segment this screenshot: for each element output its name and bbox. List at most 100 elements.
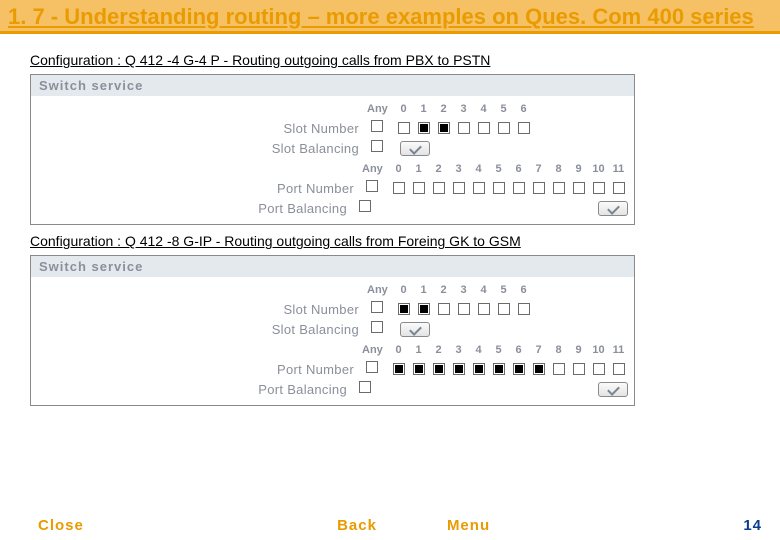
p2-slot-6-cb[interactable] [518,303,530,315]
p1-port-5-cb[interactable] [493,182,505,194]
p1-port-10-cb[interactable] [593,182,605,194]
p2-phdr-4: 4 [469,344,488,356]
p2-slot-0-cb[interactable] [398,303,410,315]
p1-slot-balancing-button[interactable] [400,141,430,156]
panel2-header: Switch service [31,256,634,277]
p1-port-9-cb[interactable] [573,182,585,194]
page-number: 14 [743,517,762,534]
p1-slot-4-cb[interactable] [478,122,490,134]
p2-phdr-9: 9 [569,344,588,356]
panel1: Switch service Any 0 1 2 3 4 5 6 Slot Nu… [30,74,635,225]
p2-hdr-1: 1 [414,284,433,296]
p2-port-4-cb[interactable] [473,363,485,375]
p1-slotbal-any-cb[interactable] [371,140,383,152]
p1-slot-6-cb[interactable] [518,122,530,134]
panel1-port-balancing-row: Port Balancing [37,198,628,218]
phdr-10: 10 [589,163,608,175]
p2-phdr-0: 0 [389,344,408,356]
p2-port-balancing-label: Port Balancing [37,382,355,397]
p1-port-0-cb[interactable] [393,182,405,194]
panel2-slots-header-row: Any 0 1 2 3 4 5 6 [37,281,628,299]
panel1-port-balancing-cells [355,199,628,217]
p2-port-5-cb[interactable] [493,363,505,375]
p2-slot-any-cb[interactable] [371,301,383,313]
p2-slot-1-cb[interactable] [418,303,430,315]
p2-port-1-cb[interactable] [413,363,425,375]
p1-slot-1-cb[interactable] [418,122,430,134]
p2-slot-4-cb[interactable] [478,303,490,315]
p2-port-2-cb[interactable] [433,363,445,375]
p1-port-8-cb[interactable] [553,182,565,194]
panel2-body: Any 0 1 2 3 4 5 6 Slot Number [31,277,634,405]
p1-port-2-cb[interactable] [433,182,445,194]
menu-button[interactable]: Menu [447,517,490,534]
p1-port-1-cb[interactable] [413,182,425,194]
footer-bar: Close Back Menu 14 [0,511,780,540]
panel2-slot-balancing-row: Slot Balancing [37,319,628,339]
p2-slot-balancing-button[interactable] [400,322,430,337]
p1-portbal-any-cb[interactable] [359,200,371,212]
hdr-1: 1 [414,103,433,115]
p2-phdr-10: 10 [589,344,608,356]
p2-port-10-cb[interactable] [593,363,605,375]
close-button[interactable]: Close [38,517,84,534]
p1-port-any-cb[interactable] [366,180,378,192]
panel2: Switch service Any 0 1 2 3 4 5 6 Slot Nu… [30,255,635,406]
phdr-9: 9 [569,163,588,175]
panel1-slot-balancing-label: Slot Balancing [37,141,367,156]
p2-phdr-2: 2 [429,344,448,356]
p2-port-0-cb[interactable] [393,363,405,375]
p2-slot-balancing-label: Slot Balancing [37,322,367,337]
p2-port-any-cb[interactable] [366,361,378,373]
panel1-slots-header-row: Any 0 1 2 3 4 5 6 [37,100,628,118]
p2-port-9-cb[interactable] [573,363,585,375]
panel1-body: Any 0 1 2 3 4 5 6 Slot Number [31,96,634,224]
p2-slot-3-cb[interactable] [458,303,470,315]
p1-slot-5-cb[interactable] [498,122,510,134]
p2-slot-2-cb[interactable] [438,303,450,315]
panel2-port-balancing-row: Port Balancing [37,379,628,399]
slide-title-bar: 1. 7 - Understanding routing – more exam… [0,0,780,34]
p2-slotbal-any-cb[interactable] [371,321,383,333]
hdr-4: 4 [474,103,493,115]
p2-portbal-any-cb[interactable] [359,381,371,393]
panel1-port-number-cells [362,179,628,197]
p1-port-balancing-button[interactable] [598,201,628,216]
panel1-slot-number-cells [367,119,533,137]
p1-slot-any-cb[interactable] [371,120,383,132]
p1-port-7-cb[interactable] [533,182,545,194]
panel1-port-balancing-label: Port Balancing [37,201,355,216]
p1-port-4-cb[interactable] [473,182,485,194]
p2-slot-5-cb[interactable] [498,303,510,315]
back-button[interactable]: Back [337,517,377,534]
panel1-slot-number-label: Slot Number [37,121,367,136]
p1-slot-2-cb[interactable] [438,122,450,134]
p1-port-6-cb[interactable] [513,182,525,194]
p2-slot-number-label: Slot Number [37,302,367,317]
p2-port-6-cb[interactable] [513,363,525,375]
p2-phdr-11: 11 [609,344,628,356]
p1-slot-3-cb[interactable] [458,122,470,134]
phdr-11: 11 [609,163,628,175]
p2-phdr-6: 6 [509,344,528,356]
p2-port-number-label: Port Number [37,362,362,377]
p2-hdr-6: 6 [514,284,533,296]
p2-phdr-1: 1 [409,344,428,356]
hdr-3: 3 [454,103,473,115]
panel2-slot-number-row: Slot Number [37,299,628,319]
phdr-8: 8 [549,163,568,175]
p2-hdr-any: Any [367,284,393,296]
p2-port-balancing-button[interactable] [598,382,628,397]
p1-slot-0-cb[interactable] [398,122,410,134]
p2-port-3-cb[interactable] [453,363,465,375]
p1-port-11-cb[interactable] [613,182,625,194]
p2-phdr-3: 3 [449,344,468,356]
p2-port-11-cb[interactable] [613,363,625,375]
p2-port-8-cb[interactable] [553,363,565,375]
p1-port-3-cb[interactable] [453,182,465,194]
p2-port-7-cb[interactable] [533,363,545,375]
hdr-2: 2 [434,103,453,115]
panel1-port-number-label: Port Number [37,181,362,196]
p2-phdr-7: 7 [529,344,548,356]
hdr-6: 6 [514,103,533,115]
